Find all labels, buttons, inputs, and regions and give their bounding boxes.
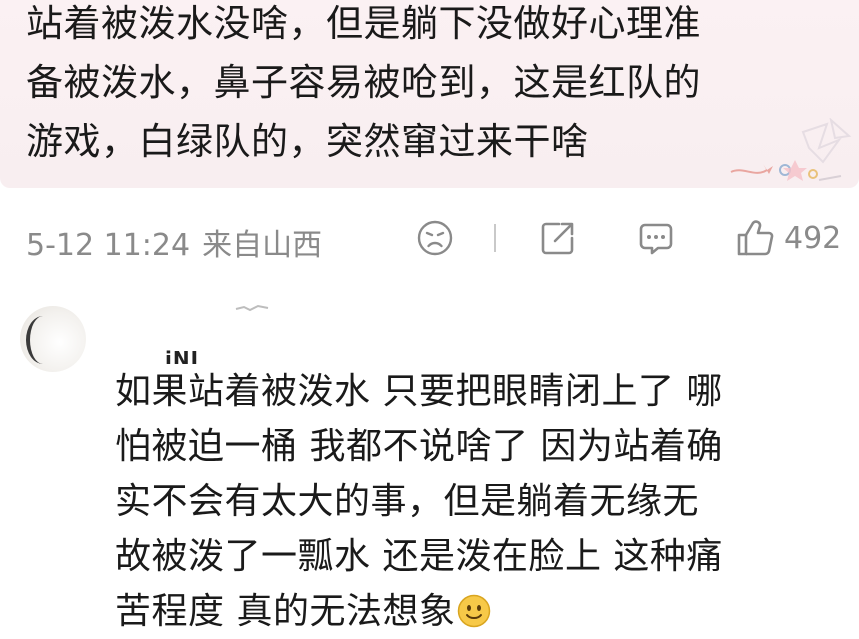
share-icon (541, 222, 574, 255)
post-card: 站着被泼水没啥，但是躺下没做好心理准 备被泼水，鼻子容易被呛到，这是红队的 游戏… (0, 0, 859, 188)
reply-line-last: 苦程度 真的无法想象 (115, 584, 845, 639)
reply-username[interactable]: iNI (165, 342, 199, 364)
like-button[interactable]: 492 (734, 216, 841, 260)
post-timestamp: 5-12 11:24 (26, 228, 191, 263)
post-location: 来自山西 (202, 228, 323, 263)
reply-line: 如果站着被泼水 只要把眼睛闭上了 哪 (115, 371, 723, 412)
post-line: 游戏，白绿队的，突然窜过来干啥 (26, 120, 589, 163)
post-meta-info: 5-12 11:24 来自山西 (26, 220, 322, 264)
action-divider (494, 224, 496, 252)
sad-face-icon (417, 220, 453, 256)
sad-reaction-button[interactable] (416, 216, 454, 260)
smile-emoji-icon (458, 594, 491, 628)
post-meta-bar: 5-12 11:24 来自山西 492 (0, 212, 859, 268)
reply-content: 如果站着被泼水 只要把眼睛闭上了 哪 怕被迫一桶 我都不说啥了 因为站着确 实不… (115, 364, 845, 639)
reply-line: 故被泼了一瓢水 还是泼在脸上 这种痛 (115, 536, 723, 577)
username-blur-icon (235, 304, 269, 312)
comment-icon (639, 223, 673, 255)
post-line: 备被泼水，鼻子容易被呛到，这是红队的 (26, 61, 701, 104)
reply-comment: iNI 如果站着被泼水 只要把眼睛闭上了 哪 怕被迫一桶 我都不说啥了 因为站着… (0, 290, 859, 633)
share-button[interactable] (538, 216, 578, 260)
post-content: 站着被泼水没啥，但是躺下没做好心理准 备被泼水，鼻子容易被呛到，这是红队的 游戏… (26, 0, 826, 171)
reply-line: 怕被迫一桶 我都不说啥了 因为站着确 (115, 426, 723, 467)
reply-line: 苦程度 真的无法想象 (115, 591, 456, 632)
thumbs-up-icon (737, 220, 774, 256)
post-line: 站着被泼水没啥，但是躺下没做好心理准 (26, 2, 701, 45)
reply-line: 实不会有太大的事，但是躺着无缘无 (115, 481, 700, 522)
card-decoration-icon (730, 118, 852, 181)
comment-button[interactable] (636, 216, 676, 260)
avatar[interactable] (20, 306, 86, 372)
like-count: 492 (784, 220, 842, 256)
